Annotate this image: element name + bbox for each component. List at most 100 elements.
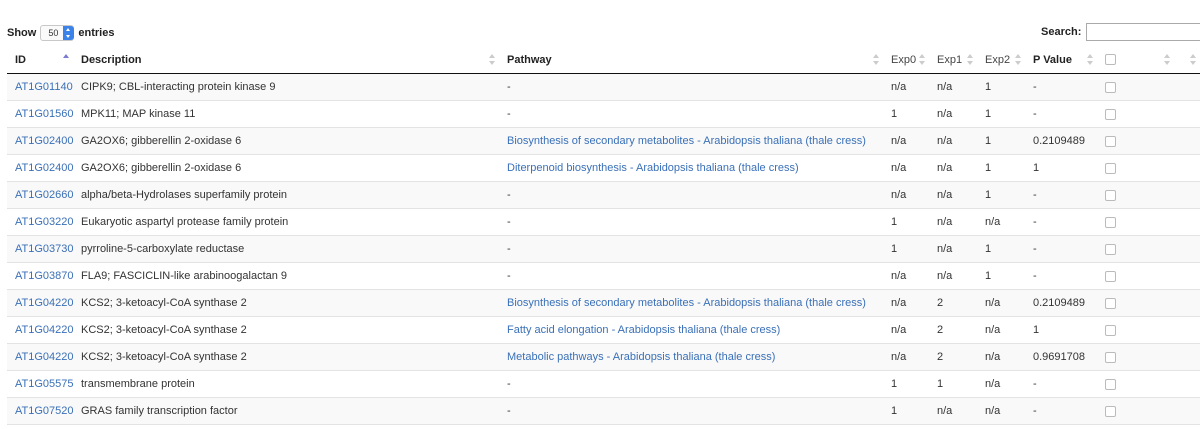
pathway-link[interactable]: Diterpenoid biosynthesis - Arabidopsis t… [507,162,799,174]
column-header-extra[interactable] [1174,46,1200,74]
sort-icon [919,54,925,65]
cell-exp1: n/a [929,100,977,128]
row-checkbox[interactable] [1105,351,1116,363]
column-header-id[interactable]: ID [7,46,73,74]
table-row: AT1G04220 KCS2; 3-ketoacyl-CoA synthase 2… [7,289,1200,317]
table-row: AT1G04220 KCS2; 3-ketoacyl-CoA synthase 2… [7,343,1200,371]
cell-pvalue: 0.2109489 [1025,289,1097,317]
cell-exp1: n/a [929,397,977,425]
gene-id-link[interactable]: AT1G07520 [15,405,73,417]
cell-exp0: n/a [883,262,929,290]
pathway-link[interactable]: Biosynthesis of secondary metabolites - … [507,297,866,309]
cell-exp0: n/a [883,154,929,182]
cell-pathway: Fatty acid elongation - Arabidopsis thal… [499,316,883,344]
cell-exp2: 1 [977,127,1025,155]
cell-exp0: n/a [883,316,929,344]
cell-select [1097,289,1174,317]
gene-id-link[interactable]: AT1G03870 [15,270,73,282]
cell-select [1097,154,1174,182]
column-header-select-all[interactable] [1097,46,1174,74]
cell-exp1: n/a [929,73,977,101]
gene-id-link[interactable]: AT1G03730 [15,243,73,255]
cell-pathway: Biosynthesis of secondary metabolites - … [499,289,883,317]
cell-exp2: 1 [977,100,1025,128]
cell-extra [1174,208,1200,236]
cell-id: AT1G02660 [7,181,73,209]
row-checkbox[interactable] [1105,378,1116,390]
row-checkbox[interactable] [1105,216,1116,228]
gene-id-link[interactable]: AT1G04220 [15,351,73,363]
cell-id: AT1G02400 [7,154,73,182]
select-all-checkbox[interactable] [1105,54,1116,66]
show-label: Show [7,27,37,39]
cell-description: KCS2; 3-ketoacyl-CoA synthase 2 [73,289,499,317]
cell-id: AT1G04220 [7,289,73,317]
cell-extra [1174,127,1200,155]
cell-pathway: Biosynthesis of secondary metabolites - … [499,127,883,155]
column-header-exp2[interactable]: Exp2 [977,46,1025,74]
cell-exp2: n/a [977,370,1025,398]
cell-id: AT1G07520 [7,397,73,425]
cell-pathway: - [499,73,883,101]
gene-id-link[interactable]: AT1G03220 [15,216,73,228]
cell-pathway: - [499,262,883,290]
pathway-link[interactable]: Metabolic pathways - Arabidopsis thalian… [507,351,775,363]
cell-id: AT1G01140 [7,73,73,101]
cell-exp0: n/a [883,343,929,371]
row-checkbox[interactable] [1105,108,1116,120]
table-row: AT1G01560 MPK11; MAP kinase 11-1 n/a 1- [7,100,1200,128]
gene-id-link[interactable]: AT1G01140 [15,81,73,93]
cell-description: pyrroline-5-carboxylate reductase [73,235,499,263]
column-header-exp1[interactable]: Exp1 [929,46,977,74]
row-checkbox[interactable] [1105,297,1116,309]
gene-id-link[interactable]: AT1G04220 [15,297,73,309]
row-checkbox[interactable] [1105,162,1116,174]
cell-exp2: n/a [977,343,1025,371]
gene-id-link[interactable]: AT1G04220 [15,324,73,336]
pathway-text: - [507,216,511,228]
gene-id-link[interactable]: AT1G01560 [15,108,73,120]
column-header-description[interactable]: Description [73,46,499,74]
cell-exp0: n/a [883,73,929,101]
search-input[interactable] [1086,23,1200,41]
cell-pvalue: 1 [1025,154,1097,182]
cell-exp0: 1 [883,100,929,128]
row-checkbox[interactable] [1105,135,1116,147]
row-checkbox[interactable] [1105,405,1116,417]
row-checkbox[interactable] [1105,81,1116,93]
cell-extra [1174,289,1200,317]
cell-id: AT1G02400 [7,127,73,155]
column-header-pathway[interactable]: Pathway [499,46,883,74]
pathway-link[interactable]: Biosynthesis of secondary metabolites - … [507,135,866,147]
row-checkbox[interactable] [1105,324,1116,336]
sort-icon [1087,54,1093,65]
gene-id-link[interactable]: AT1G05575 [15,378,73,390]
cell-description: alpha/beta-Hydrolases superfamily protei… [73,181,499,209]
column-header-pvalue[interactable]: P Value [1025,46,1097,74]
gene-id-link[interactable]: AT1G02400 [15,135,73,147]
row-checkbox[interactable] [1105,270,1116,282]
sort-asc-icon [63,54,69,65]
cell-exp2: n/a [977,289,1025,317]
pathway-text: - [507,378,511,390]
cell-select [1097,262,1174,290]
gene-id-link[interactable]: AT1G02400 [15,162,73,174]
cell-description: transmembrane protein [73,370,499,398]
cell-pathway: Diterpenoid biosynthesis - Arabidopsis t… [499,154,883,182]
cell-id: AT1G04220 [7,316,73,344]
cell-extra [1174,262,1200,290]
cell-pathway: - [499,370,883,398]
pathway-link[interactable]: Fatty acid elongation - Arabidopsis thal… [507,324,780,336]
cell-pathway: - [499,181,883,209]
page-length-select[interactable]: 50 [40,25,75,41]
cell-description: GA2OX6; gibberellin 2-oxidase 6 [73,154,499,182]
cell-id: AT1G03220 [7,208,73,236]
cell-description: KCS2; 3-ketoacyl-CoA synthase 2 [73,343,499,371]
cell-exp2: 1 [977,262,1025,290]
column-header-exp0[interactable]: Exp0 [883,46,929,74]
table-body: AT1G01140 CIPK9; CBL-interacting protein … [7,73,1200,425]
gene-id-link[interactable]: AT1G02660 [15,189,73,201]
row-checkbox[interactable] [1105,243,1116,255]
row-checkbox[interactable] [1105,189,1116,201]
cell-select [1097,397,1174,425]
